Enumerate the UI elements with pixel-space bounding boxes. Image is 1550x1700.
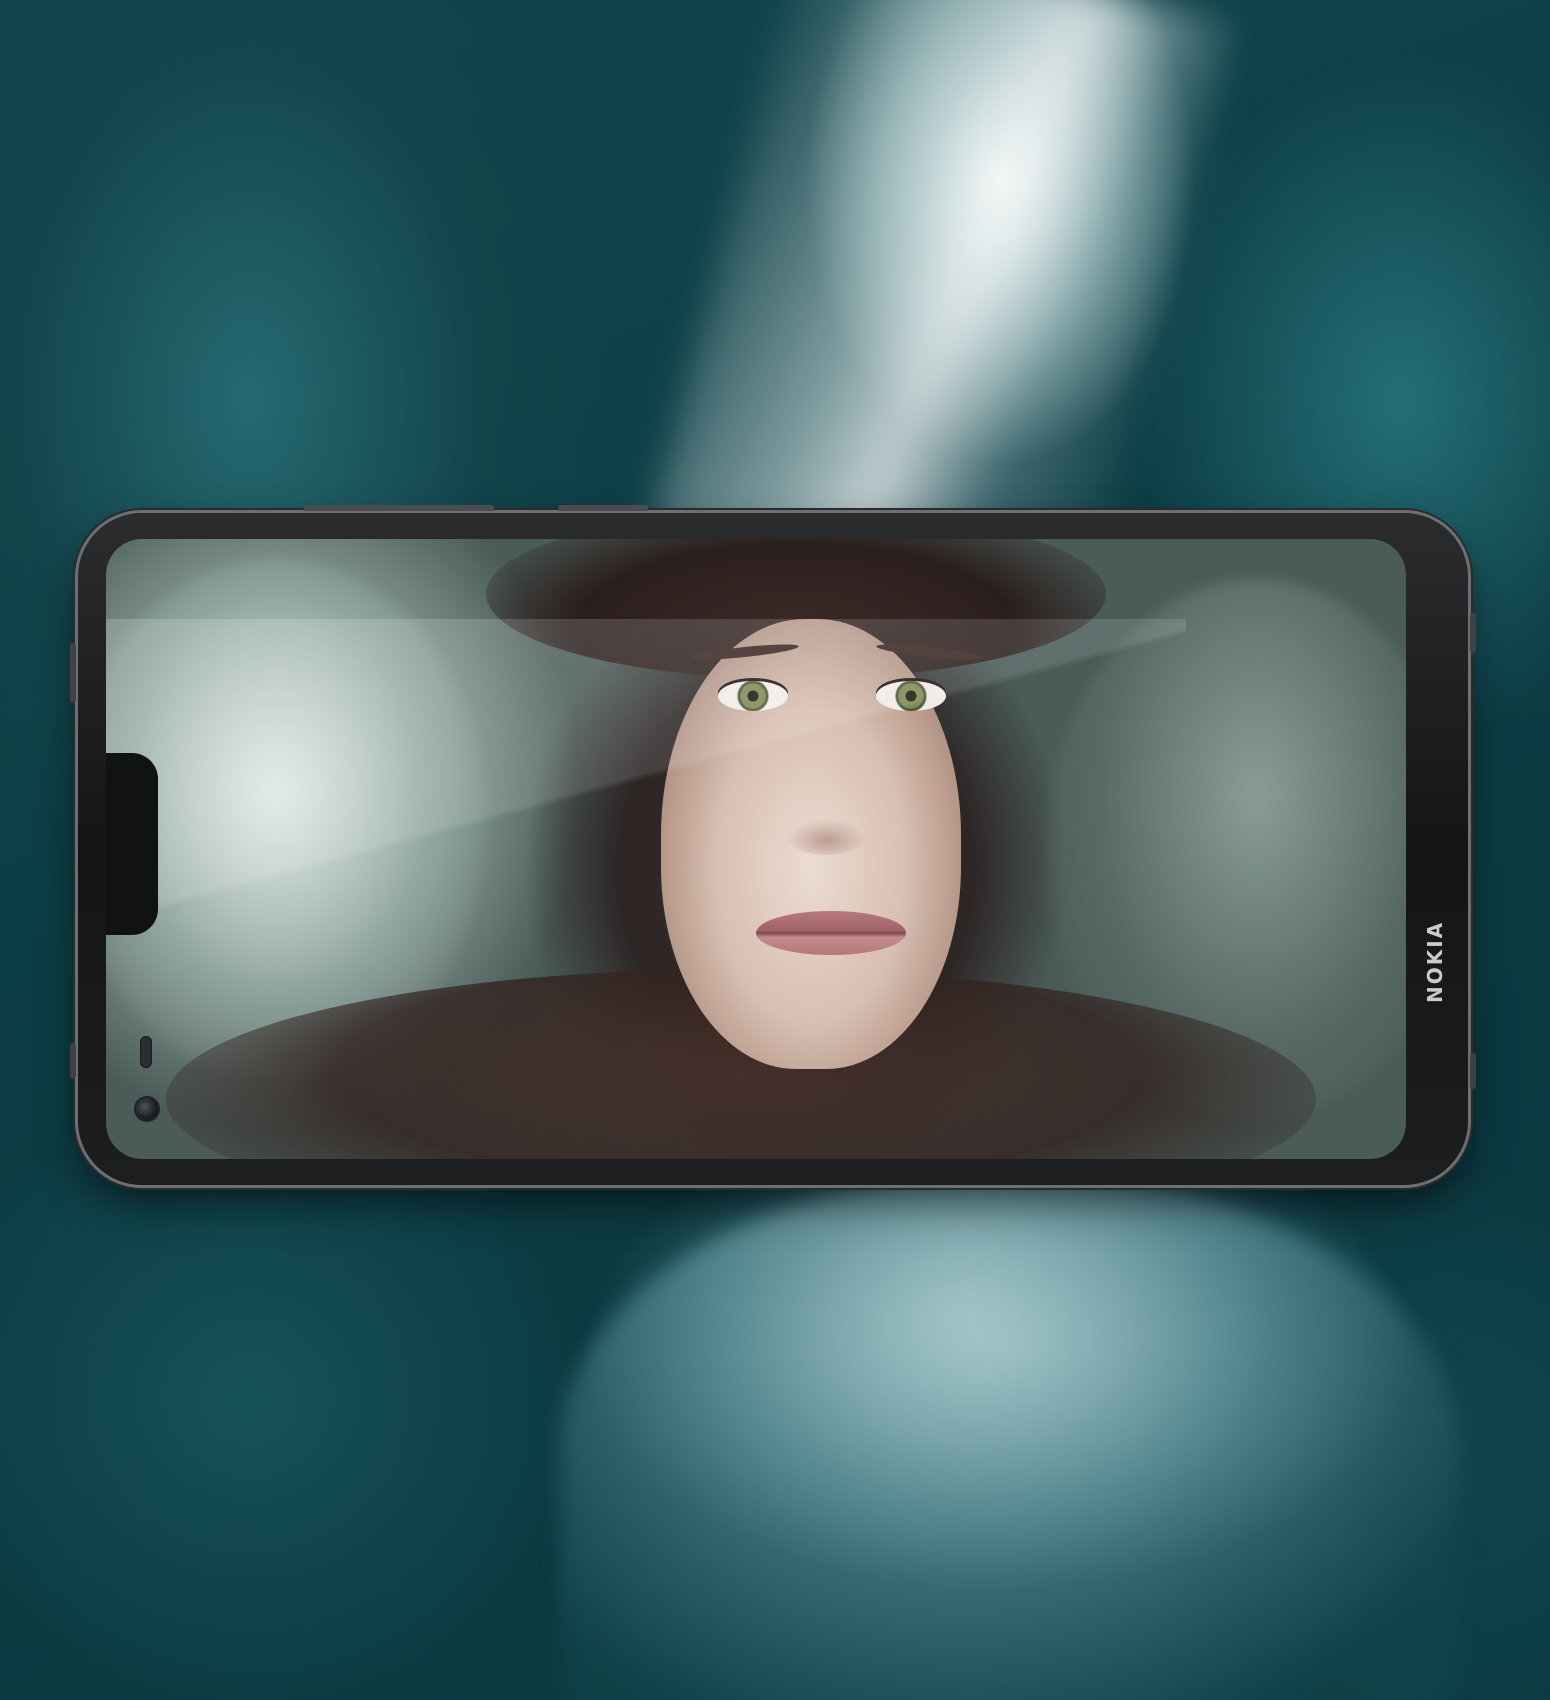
phone-screen <box>106 539 1406 1159</box>
side-key <box>1470 613 1476 653</box>
right-eye <box>876 681 946 711</box>
ice-cave-background: NOKIA <box>0 0 1550 1700</box>
left-eye <box>718 681 788 711</box>
power-button <box>558 505 648 511</box>
display-notch <box>106 753 158 1120</box>
lips <box>756 911 906 955</box>
nose <box>786 819 866 855</box>
front-camera-icon <box>136 1098 158 1120</box>
brand-logo-area: NOKIA <box>1423 903 1453 1003</box>
ice-rock-foreground <box>560 1170 1460 1700</box>
volume-button <box>304 505 494 511</box>
smartphone: NOKIA <box>70 505 1476 1185</box>
earpiece-icon <box>140 1036 152 1068</box>
side-key <box>70 643 76 703</box>
brand-logo: NOKIA <box>1423 920 1447 1003</box>
side-key <box>1470 1053 1476 1089</box>
side-key <box>70 1043 76 1079</box>
